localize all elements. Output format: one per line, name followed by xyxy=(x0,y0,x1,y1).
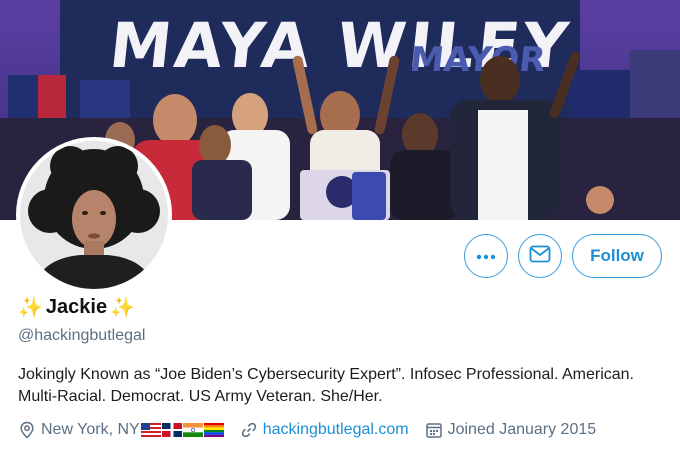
rainbow-flag xyxy=(203,423,224,437)
more-dots-icon xyxy=(476,247,496,265)
dominican-republic-flag xyxy=(161,423,182,437)
link-icon xyxy=(240,421,258,439)
profile-actions: Follow xyxy=(464,234,662,278)
message-button[interactable] xyxy=(518,234,562,278)
follow-button[interactable]: Follow xyxy=(572,234,662,278)
us-flag xyxy=(140,423,161,437)
website-link[interactable]: hackingbutlegal.com xyxy=(263,421,409,439)
profile-avatar[interactable] xyxy=(16,137,172,293)
india-flag xyxy=(182,423,203,437)
user-handle: @hackingbutlegal xyxy=(18,327,146,344)
join-date: Joined January 2015 xyxy=(425,421,597,439)
location-text: New York, NY xyxy=(41,421,140,438)
sparkles-icon: ✨ xyxy=(18,296,43,319)
join-date-text: Joined January 2015 xyxy=(447,421,597,438)
profile-bio: Jokingly Known as “Joe Biden’s Cybersecu… xyxy=(18,366,634,405)
location: New York, NY xyxy=(18,421,224,439)
sparkles-icon: ✨ xyxy=(110,296,135,319)
location-pin-icon xyxy=(18,421,36,439)
profile-meta: New York, NY hackingbutlegal.com Joined … xyxy=(18,421,596,439)
display-name-text: Jackie xyxy=(45,296,108,318)
calendar-icon xyxy=(425,421,443,439)
mail-icon xyxy=(529,245,551,268)
display-name: ✨ Jackie ✨ xyxy=(18,296,135,319)
website[interactable]: hackingbutlegal.com xyxy=(240,421,409,439)
more-options-button[interactable] xyxy=(464,234,508,278)
